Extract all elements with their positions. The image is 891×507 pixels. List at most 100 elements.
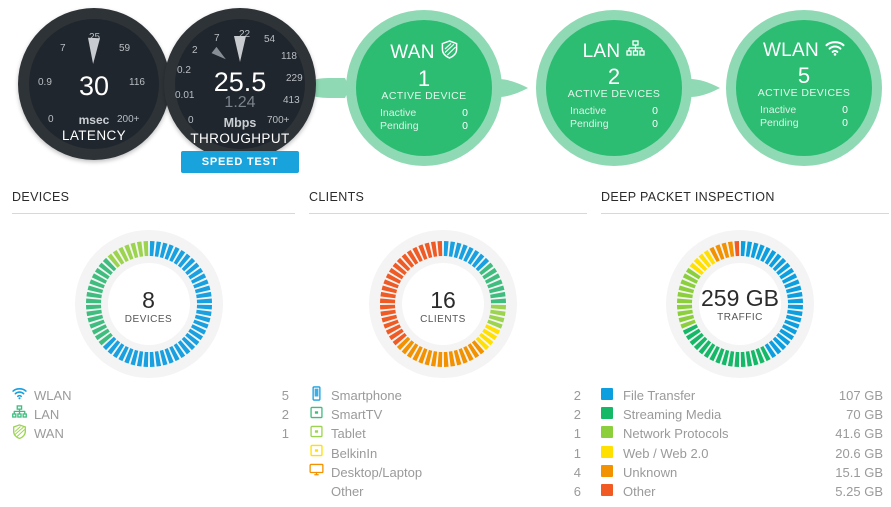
donut-segment bbox=[136, 241, 143, 257]
latency-tick-4: 59 bbox=[119, 43, 131, 54]
throughput-tick-4: 7 bbox=[214, 33, 220, 44]
clients-panel: CLIENTS 16 CLIENTS Smartphone 2 SmartTV 2 Ta… bbox=[297, 190, 589, 499]
latency-gauge[interactable]: 0 0.9 7 25 59 116 200+ 30 msec LATENCY bbox=[18, 8, 170, 160]
legend-row[interactable]: WLAN 5 bbox=[12, 386, 289, 405]
wan-pending-row: Pending 0 bbox=[346, 120, 502, 133]
sitemap-icon bbox=[626, 40, 646, 63]
devices-center-value: 8 bbox=[142, 287, 155, 313]
lan-pending-row: Pending 0 bbox=[536, 118, 692, 131]
legend-color-swatch bbox=[601, 407, 613, 420]
legend-icon-cell bbox=[601, 424, 623, 443]
donut-segment bbox=[740, 241, 746, 257]
swatch bbox=[601, 424, 613, 443]
dpi-donut-chart[interactable]: 259 GB TRAFFIC bbox=[666, 230, 814, 378]
throughput-gauge[interactable]: 0 0.01 0.2 2 7 22 54 118 229 413 700+ 25… bbox=[164, 8, 316, 173]
legend-label: WLAN bbox=[34, 388, 72, 403]
legend-value: 107 GB bbox=[838, 388, 883, 403]
legend-row[interactable]: Unknown 15.1 GB bbox=[601, 463, 883, 482]
throughput-value: 25.5 bbox=[213, 67, 267, 97]
wan-inactive-label: Inactive bbox=[380, 107, 417, 119]
legend-label: Other bbox=[331, 483, 364, 499]
legend-row[interactable]: SmartTV 2 bbox=[309, 405, 581, 424]
legend-row[interactable]: Other 5.25 GB bbox=[601, 482, 883, 501]
donut-segment bbox=[448, 351, 456, 367]
donut-segment bbox=[448, 241, 456, 257]
donut-segment bbox=[149, 241, 155, 257]
clients-heading: CLIENTS bbox=[309, 190, 365, 204]
wan-inactive-value: 0 bbox=[462, 107, 468, 119]
throughput-tick-3: 2 bbox=[192, 45, 198, 56]
donut-segment bbox=[734, 351, 740, 367]
legend-value: 5.25 GB bbox=[835, 483, 883, 499]
wan-inactive-row: Inactive 0 bbox=[346, 107, 502, 120]
clients-donut-chart[interactable]: 16 CLIENTS bbox=[369, 230, 517, 378]
speed-test-button[interactable]: SPEED TEST bbox=[181, 151, 299, 173]
dashboard-root: 0 0.9 7 25 59 116 200+ 30 msec LATENCY 0… bbox=[0, 0, 891, 507]
legend-icon-cell bbox=[309, 443, 331, 463]
devices-center-caption: DEVICES bbox=[124, 314, 173, 325]
donut-segment bbox=[430, 241, 438, 257]
wlan-inactive-row: Inactive 0 bbox=[726, 104, 882, 117]
wan-active-count: 1 bbox=[417, 66, 431, 91]
dpi-panel: DEEP PACKET INSPECTION 259 GB TRAFFIC Fi… bbox=[589, 190, 891, 499]
throughput-unit: Mbps bbox=[223, 116, 257, 130]
lan-pending-label: Pending bbox=[570, 118, 609, 130]
dpi-divider bbox=[601, 213, 889, 214]
legend-row[interactable]: Desktop/Laptop 4 bbox=[309, 463, 581, 482]
legend-row[interactable]: Other 6 bbox=[309, 482, 581, 501]
network-status-strip: 0 0.9 7 25 59 116 200+ 30 msec LATENCY 0… bbox=[0, 0, 891, 178]
legend-label: Other bbox=[623, 483, 656, 499]
legend-row[interactable]: Network Protocols 41.6 GB bbox=[601, 424, 883, 443]
legend-icon-cell bbox=[309, 462, 331, 482]
lan-inactive-value: 0 bbox=[652, 105, 658, 117]
sitemap-icon bbox=[12, 404, 27, 425]
legend-row[interactable]: Web / Web 2.0 20.6 GB bbox=[601, 444, 883, 463]
lan-pod-title: LAN bbox=[582, 40, 621, 62]
swatch bbox=[601, 444, 613, 463]
legend-color-swatch bbox=[601, 445, 613, 458]
lan-pod[interactable]: LAN 2 ACTIVE DEVICES Inactive 0 Pending … bbox=[536, 10, 692, 166]
legend-icon-cell bbox=[601, 482, 623, 501]
legend-row[interactable]: BelkinIn 1 bbox=[309, 444, 581, 463]
wan-pod[interactable]: WAN 1 ACTIVE DEVICE Inactive 0 Pending 0 bbox=[346, 10, 502, 166]
legend-row[interactable]: LAN 2 bbox=[12, 404, 289, 425]
legend-label: BelkinIn bbox=[331, 445, 378, 461]
throughput-label: THROUGHPUT bbox=[190, 131, 290, 146]
devices-heading: DEVICES bbox=[12, 190, 70, 204]
latency-unit: msec bbox=[78, 113, 110, 127]
donut-segment bbox=[437, 351, 443, 367]
wlan-pending-label: Pending bbox=[760, 117, 799, 129]
wlan-inactive-label: Inactive bbox=[760, 104, 797, 116]
legend-row[interactable]: Streaming Media 70 GB bbox=[601, 405, 883, 424]
wan-active-caption: ACTIVE DEVICE bbox=[381, 90, 467, 102]
clients-center-value: 16 bbox=[430, 287, 456, 313]
legend-icon-cell bbox=[601, 444, 623, 463]
wifi-icon bbox=[12, 386, 27, 406]
wlan-pod[interactable]: WLAN 5 ACTIVE DEVICES Inactive 0 Pending… bbox=[726, 10, 882, 166]
legend-icon-cell bbox=[309, 424, 331, 444]
legend-value: 4 bbox=[573, 464, 581, 480]
legend-row[interactable]: Tablet 1 bbox=[309, 424, 581, 443]
summary-panels: DEVICES 8 DEVICES WLAN 5 LAN 2 WAN 1 CLIENTS bbox=[0, 190, 891, 507]
legend-label: Tablet bbox=[331, 426, 366, 442]
dpi-heading: DEEP PACKET INSPECTION bbox=[601, 190, 775, 204]
donut-segment bbox=[142, 351, 148, 367]
throughput-tick-7: 118 bbox=[281, 51, 297, 62]
legend-value: 2 bbox=[573, 388, 581, 403]
legend-value: 2 bbox=[573, 407, 581, 423]
wlan-active-caption: ACTIVE DEVICES bbox=[757, 87, 851, 99]
lan-active-count: 2 bbox=[607, 64, 621, 89]
donut-segment bbox=[443, 351, 449, 367]
wlan-inactive-value: 0 bbox=[842, 104, 848, 116]
legend-icon-cell bbox=[309, 405, 331, 425]
devices-donut-chart[interactable]: 8 DEVICES bbox=[74, 230, 223, 378]
donut-segment bbox=[740, 351, 746, 367]
shield-icon bbox=[12, 424, 27, 444]
legend-row[interactable]: File Transfer 107 GB bbox=[601, 386, 883, 405]
wan-pending-label: Pending bbox=[380, 120, 419, 132]
legend-row[interactable]: Smartphone 2 bbox=[309, 385, 581, 405]
legend-value: 1 bbox=[573, 426, 581, 442]
legend-icon-cell bbox=[12, 386, 34, 406]
wlan-stat-rows: Inactive 0 Pending 0 bbox=[726, 104, 882, 130]
legend-row[interactable]: WAN 1 bbox=[12, 424, 289, 443]
